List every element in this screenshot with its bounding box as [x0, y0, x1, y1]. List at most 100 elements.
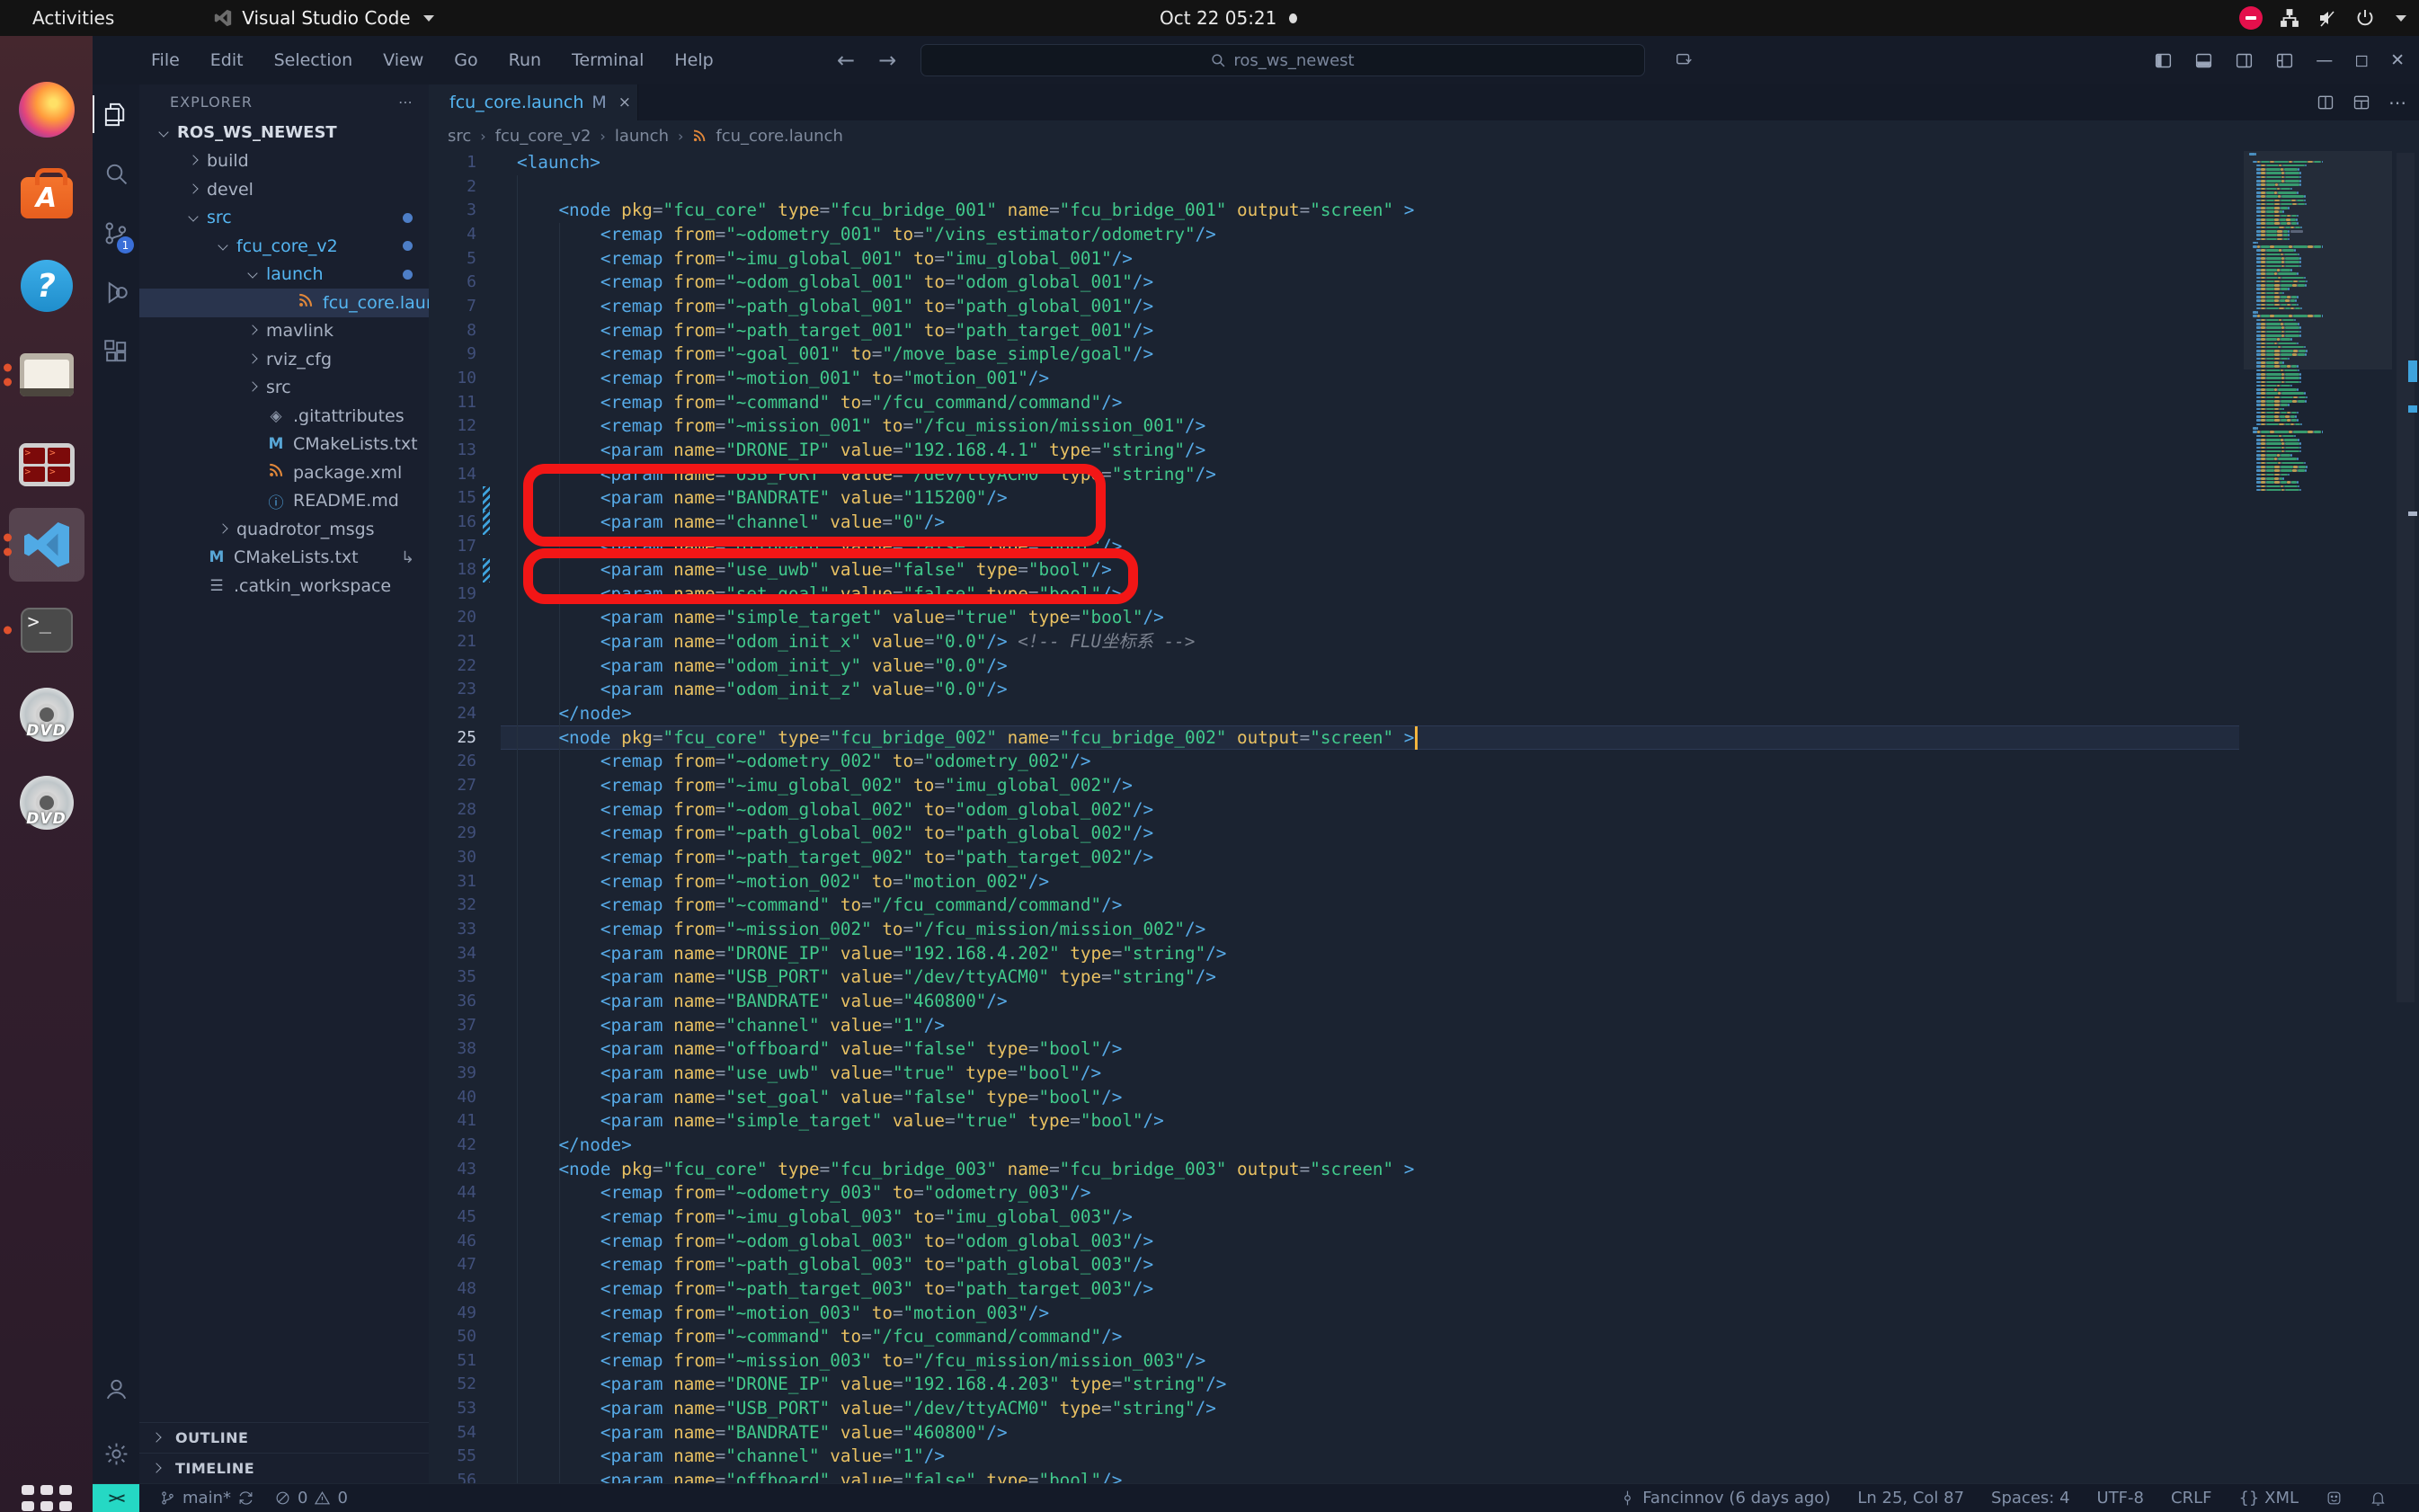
- breadcrumb-item[interactable]: src: [448, 127, 471, 146]
- menu-selection[interactable]: Selection: [259, 45, 369, 76]
- line-number: 49: [429, 1302, 476, 1326]
- tree-item-src[interactable]: src: [139, 374, 429, 403]
- account-icon[interactable]: [93, 1359, 139, 1419]
- menu-terminal[interactable]: Terminal: [556, 45, 659, 76]
- timeline-section[interactable]: TIMELINE: [139, 1453, 429, 1483]
- line-number: 45: [429, 1205, 476, 1230]
- chevron-right-icon: [150, 1432, 163, 1445]
- tree-item-mavlink[interactable]: mavlink: [139, 317, 429, 346]
- feedback-smiley-icon[interactable]: [2326, 1490, 2343, 1507]
- customize-layout-icon[interactable]: [2275, 51, 2294, 70]
- line-number: 25: [429, 726, 476, 751]
- source-control-icon[interactable]: 1: [93, 203, 139, 262]
- show-applications-button[interactable]: [0, 1467, 93, 1512]
- toggle-sidebar-icon[interactable]: [2154, 51, 2173, 70]
- dock-files-icon[interactable]: [0, 336, 93, 414]
- tree-item-label: launch: [266, 264, 324, 284]
- tab-fcu-core-launch[interactable]: fcu_core.launch M ×: [429, 84, 638, 120]
- tree-item-package-xml[interactable]: package.xml: [139, 458, 429, 487]
- tree-item-fcu-core-v2[interactable]: fcu_core_v2: [139, 232, 429, 261]
- tree-item-build[interactable]: build: [139, 147, 429, 176]
- dock-dvd-icon[interactable]: DVD: [0, 764, 93, 841]
- explorer-icon[interactable]: [93, 84, 139, 144]
- code-line: <param name="DRONE_IP" value="192.168.4.…: [517, 1373, 1414, 1397]
- toggle-secondary-sidebar-icon[interactable]: [2235, 51, 2254, 70]
- dock-terminal-icon[interactable]: >_: [0, 591, 93, 669]
- breadcrumb-item[interactable]: fcu_core_v2: [495, 127, 591, 146]
- branch-status[interactable]: main*: [159, 1489, 254, 1508]
- dock-dvd-icon[interactable]: DVD: [0, 676, 93, 753]
- language-status[interactable]: {} XML: [2238, 1489, 2299, 1508]
- encoding-status[interactable]: UTF-8: [2097, 1489, 2144, 1508]
- indentation-status[interactable]: Spaces: 4: [1991, 1489, 2069, 1508]
- breadcrumb-item[interactable]: fcu_core.launch: [716, 127, 843, 146]
- tree-item-label: README.md: [293, 491, 399, 511]
- tree-item-ros-ws-newest[interactable]: ROS_WS_NEWEST: [139, 119, 429, 147]
- tree-item-src[interactable]: src: [139, 204, 429, 233]
- braces-icon: {}: [2238, 1489, 2259, 1508]
- explorer-more-actions-icon[interactable]: ⋯: [398, 93, 414, 111]
- tree-item-rviz-cfg[interactable]: rviz_cfg: [139, 345, 429, 374]
- eol-status[interactable]: CRLF: [2171, 1489, 2211, 1508]
- close-button[interactable]: ✕: [2390, 50, 2405, 70]
- command-center-search[interactable]: ros_ws_newest: [920, 44, 1645, 76]
- code-line: <param name="DRONE_IP" value="192.168.4.…: [517, 942, 1414, 966]
- menu-edit[interactable]: Edit: [195, 45, 259, 76]
- extensions-icon[interactable]: [93, 322, 139, 381]
- tree-item--catkin-workspace[interactable]: ☰.catkin_workspace: [139, 572, 429, 600]
- xml-file-icon: [266, 462, 286, 483]
- code-line: <param name="odom_init_z" value="0.0"/>: [517, 678, 1414, 702]
- clock[interactable]: Oct 22 05:21: [1160, 0, 1297, 36]
- editor-layout-icon[interactable]: [2352, 93, 2370, 111]
- focused-app-indicator[interactable]: Visual Studio Code: [213, 7, 433, 29]
- menu-file[interactable]: File: [136, 45, 195, 76]
- tree-item-cmakelists-txt[interactable]: MCMakeLists.txt: [139, 431, 429, 459]
- toggle-panel-icon[interactable]: [2194, 51, 2213, 70]
- outline-section[interactable]: OUTLINE: [139, 1422, 429, 1453]
- tree-item-cmakelists-txt[interactable]: MCMakeLists.txt↳: [139, 544, 429, 573]
- line-number: 23: [429, 678, 476, 702]
- dock-terminator-icon[interactable]: [0, 426, 93, 503]
- code-line: <remap from="~path_target_003" to="path_…: [517, 1277, 1414, 1302]
- tree-item-label: .catkin_workspace: [234, 576, 391, 596]
- sync-icon[interactable]: [237, 1490, 254, 1507]
- settings-gear-icon[interactable]: [93, 1424, 139, 1483]
- dock-ubuntu-software-icon[interactable]: A: [0, 159, 93, 236]
- problems-status[interactable]: 0 0: [274, 1489, 348, 1508]
- nav-back-button[interactable]: ←: [837, 48, 855, 73]
- system-tray[interactable]: [2239, 0, 2406, 36]
- search-icon[interactable]: [93, 144, 139, 203]
- tree-item-launch[interactable]: launch: [139, 261, 429, 289]
- tree-item-quadrotor-msgs[interactable]: quadrotor_msgs: [139, 515, 429, 544]
- menu-run[interactable]: Run: [494, 45, 556, 76]
- split-editor-icon[interactable]: [2317, 93, 2335, 111]
- tab-close-icon[interactable]: ×: [618, 93, 631, 111]
- tree-item--gitattributes[interactable]: ◈.gitattributes: [139, 402, 429, 431]
- menu-help[interactable]: Help: [659, 45, 728, 76]
- scrollbar[interactable]: [2392, 151, 2419, 1483]
- git-blame-status[interactable]: Fancinnov (6 days ago): [1619, 1489, 1830, 1508]
- notifications-bell-icon[interactable]: [2370, 1490, 2387, 1507]
- dock-firefox-icon[interactable]: [0, 71, 93, 148]
- command-center-extra-icon[interactable]: [1675, 50, 1694, 70]
- minimap[interactable]: [2244, 151, 2392, 1483]
- tree-item-fcu-core-launch[interactable]: fcu_core.launchM: [139, 289, 429, 317]
- dock-vscode-icon[interactable]: [0, 506, 93, 583]
- restore-button[interactable]: ◻: [2354, 50, 2369, 70]
- tree-item-devel[interactable]: devel: [139, 175, 429, 204]
- code-editor[interactable]: 1234567891011121314151617181920212223242…: [429, 151, 2419, 1483]
- menu-go[interactable]: Go: [439, 45, 493, 76]
- nested-indicator-icon: ↳: [401, 548, 414, 567]
- nav-forward-button[interactable]: →: [878, 48, 896, 73]
- dock-help-icon[interactable]: ?: [0, 247, 93, 325]
- remote-indicator[interactable]: ><: [93, 1484, 139, 1512]
- cursor-position-status[interactable]: Ln 25, Col 87: [1857, 1489, 1964, 1508]
- activities-button[interactable]: Activities: [32, 7, 114, 29]
- more-actions-icon[interactable]: ⋯: [2388, 92, 2406, 113]
- minimize-button[interactable]: —: [2316, 50, 2333, 70]
- menu-view[interactable]: View: [368, 45, 439, 76]
- breadcrumb-item[interactable]: launch: [615, 127, 669, 146]
- tree-item-readme-md[interactable]: ⓘREADME.md: [139, 487, 429, 516]
- language-label: XML: [2264, 1489, 2299, 1508]
- run-debug-icon[interactable]: [93, 262, 139, 322]
